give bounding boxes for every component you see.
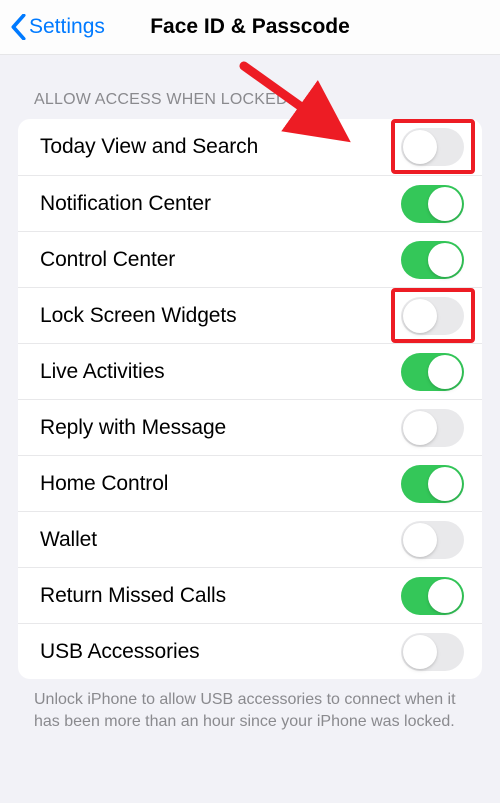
switch-knob [403,130,437,164]
switch-knob [428,187,462,221]
settings-row: Return Missed Calls [18,567,482,623]
toggle-switch[interactable] [401,241,464,279]
switch-knob [403,523,437,557]
row-label: Notification Center [40,192,211,216]
settings-row: Lock Screen Widgets [18,287,482,343]
row-label: Lock Screen Widgets [40,304,237,328]
settings-row: Home Control [18,455,482,511]
switch-knob [403,299,437,333]
switch-knob [403,635,437,669]
row-label: Live Activities [40,360,165,384]
row-label: Home Control [40,472,168,496]
section-footer: Unlock iPhone to allow USB accessories t… [0,679,500,732]
nav-bar: Settings Face ID & Passcode [0,0,500,55]
row-label: Today View and Search [40,135,258,159]
back-label: Settings [29,15,105,39]
toggle-switch[interactable] [401,577,464,615]
settings-row: Control Center [18,231,482,287]
settings-row: Notification Center [18,175,482,231]
toggle-switch[interactable] [401,297,464,335]
settings-row: Reply with Message [18,399,482,455]
toggle-switch[interactable] [401,409,464,447]
settings-list: Today View and Search Notification Center… [18,119,482,679]
page-title: Face ID & Passcode [150,15,350,39]
switch-knob [428,467,462,501]
toggle-switch[interactable] [401,128,464,166]
switch-knob [428,355,462,389]
settings-row: Live Activities [18,343,482,399]
switch-knob [428,243,462,277]
chevron-left-icon [10,14,27,40]
row-label: Reply with Message [40,416,226,440]
row-label: Wallet [40,528,97,552]
row-label: Control Center [40,248,175,272]
settings-row: USB Accessories [18,623,482,679]
row-label: USB Accessories [40,640,200,664]
switch-knob [428,579,462,613]
toggle-switch[interactable] [401,633,464,671]
toggle-switch[interactable] [401,185,464,223]
switch-knob [403,411,437,445]
row-label: Return Missed Calls [40,584,226,608]
toggle-switch[interactable] [401,521,464,559]
toggle-switch[interactable] [401,465,464,503]
settings-row: Wallet [18,511,482,567]
toggle-switch[interactable] [401,353,464,391]
back-button[interactable]: Settings [0,14,105,40]
section-header: ALLOW ACCESS WHEN LOCKED: [0,55,500,119]
settings-row: Today View and Search [18,119,482,175]
